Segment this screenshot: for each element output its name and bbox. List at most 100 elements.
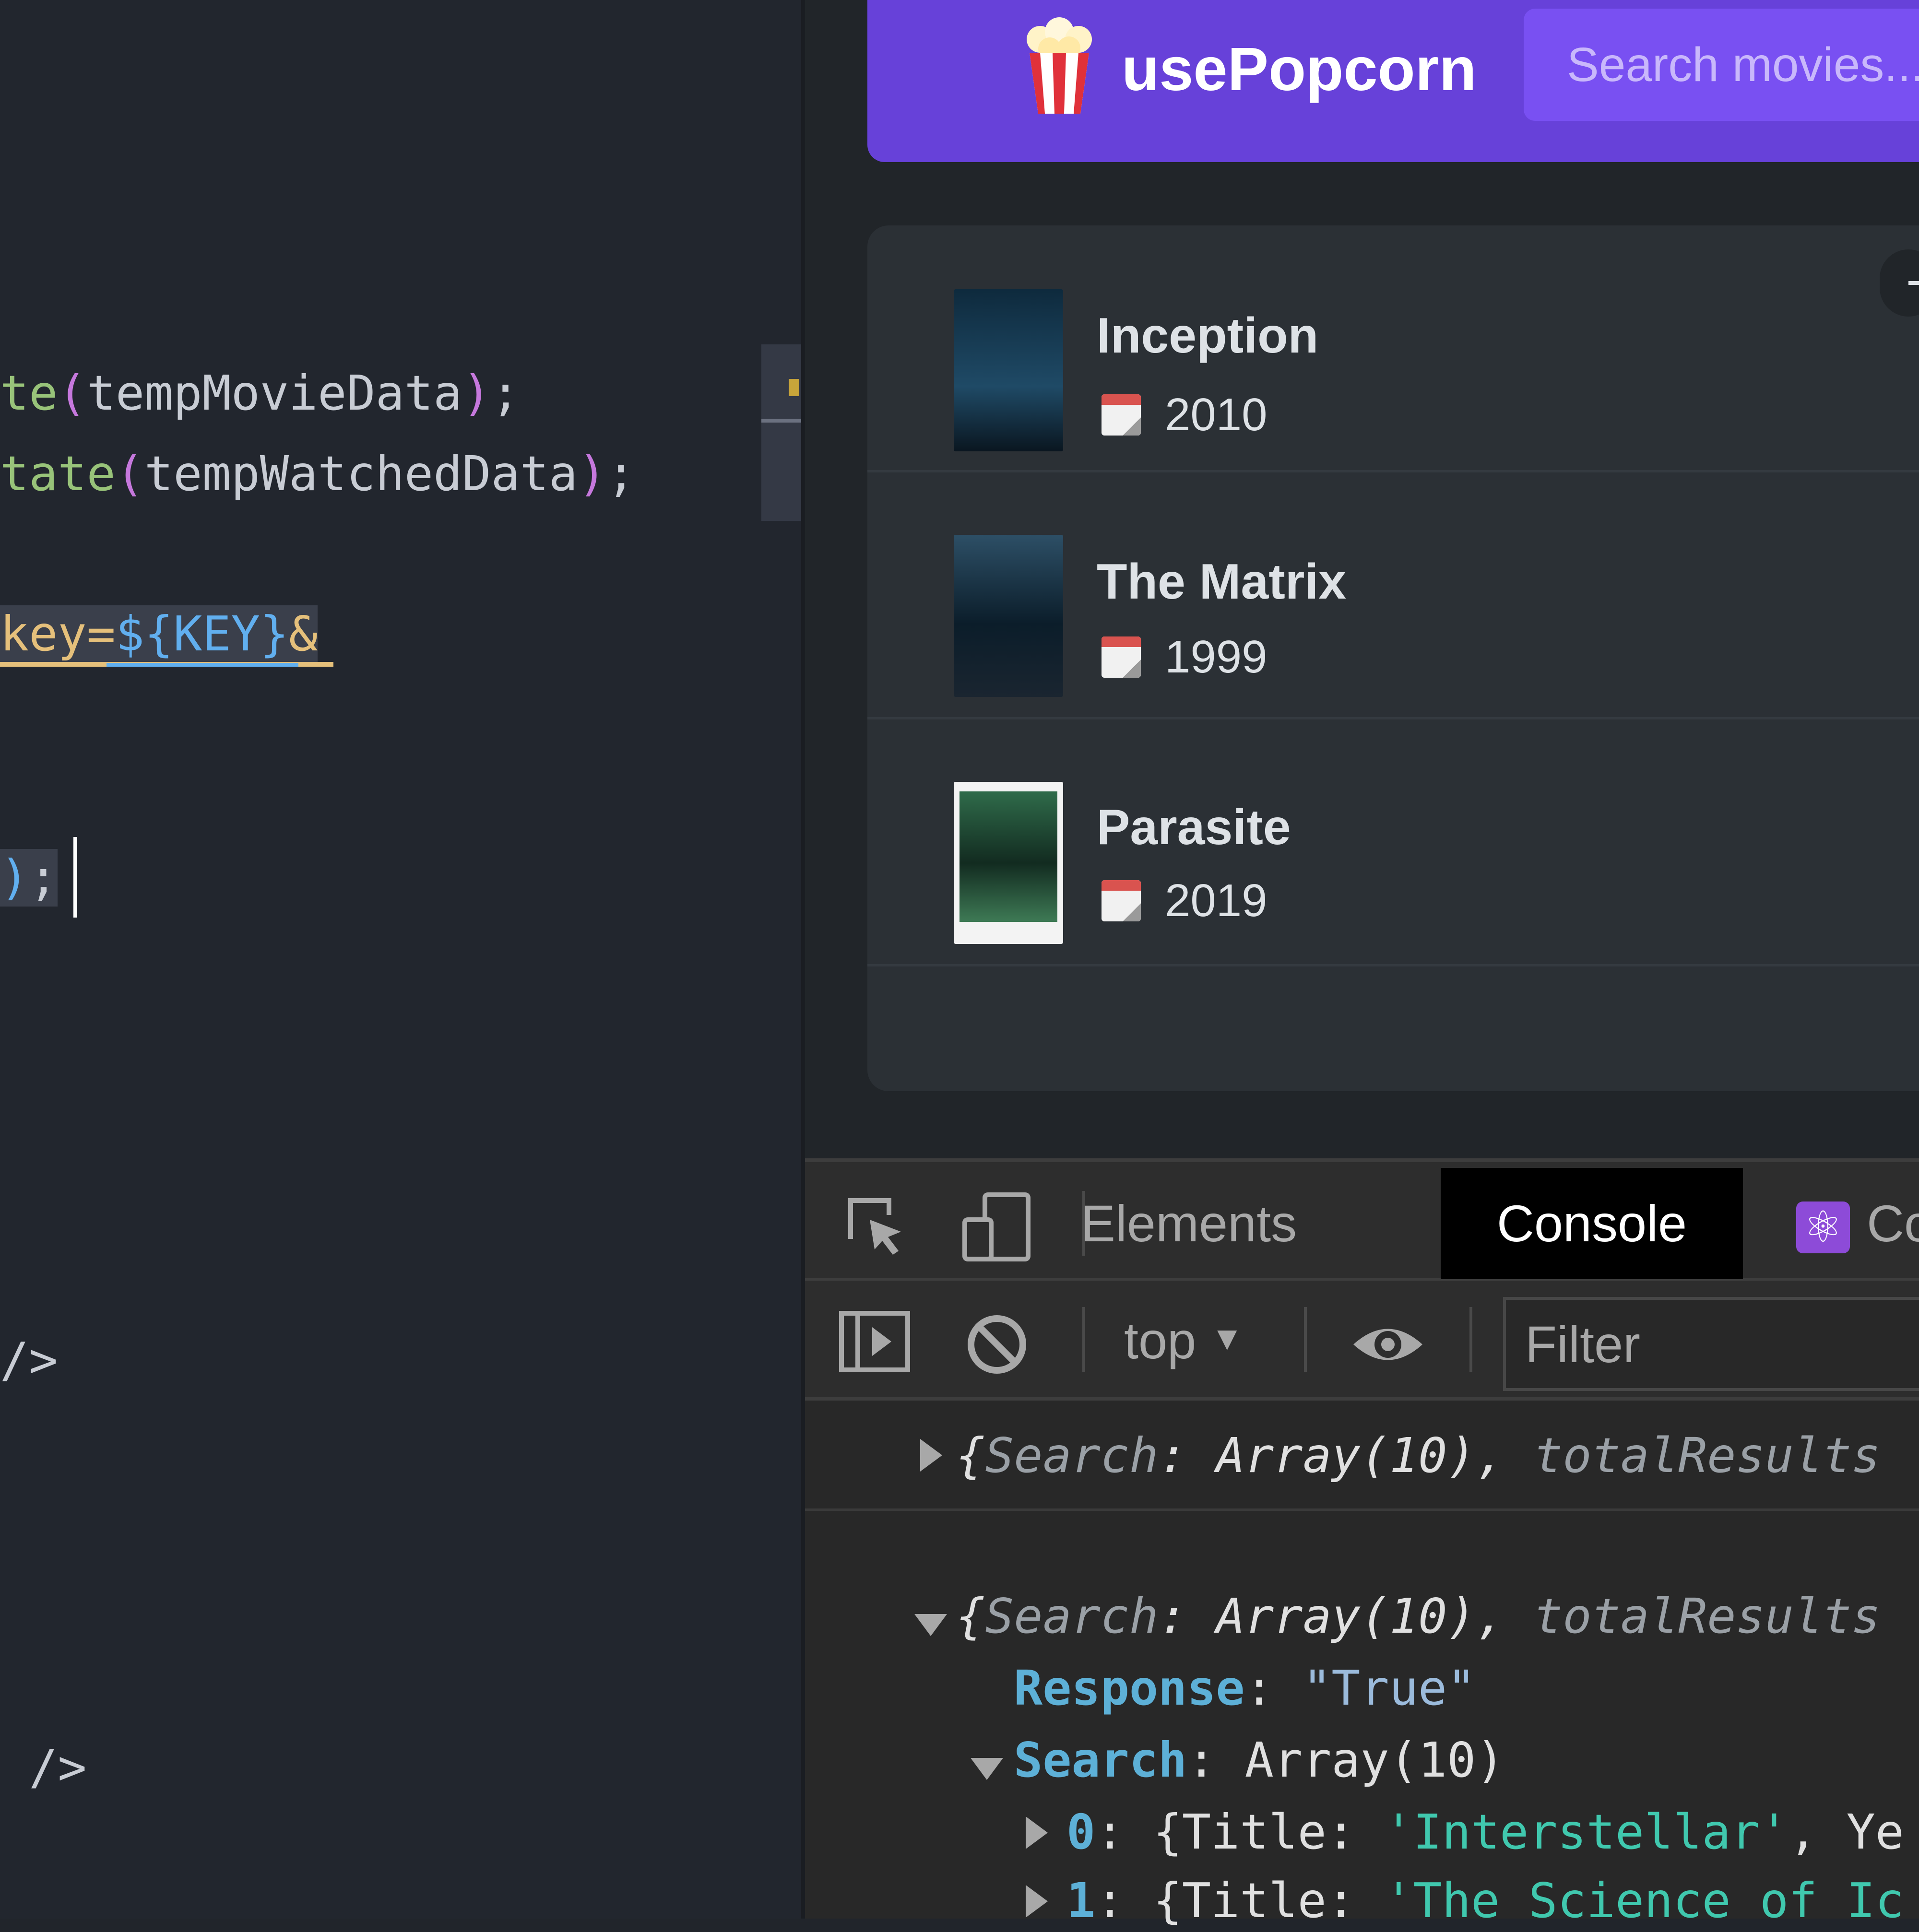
object-value: Array(10) <box>1216 1588 1476 1644</box>
expand-arrow-icon[interactable] <box>1026 1816 1048 1849</box>
movie-list-item[interactable]: The Matrix 1999 <box>867 472 1919 719</box>
collapse-arrow-icon[interactable] <box>914 1614 947 1636</box>
calendar-icon <box>1102 880 1141 921</box>
movie-year: 2019 <box>1165 875 1267 926</box>
sidebar-toggle-icon[interactable] <box>839 1310 911 1373</box>
code-token-string: key= <box>0 606 116 662</box>
code-token-paren: ( <box>58 365 87 421</box>
tab-console[interactable]: Console <box>1441 1168 1743 1279</box>
code-editor[interactable]: te(tempMovieData); tate(tempWatchedData)… <box>0 0 804 1919</box>
object-key: Search <box>985 1588 1159 1644</box>
object-key: totalResults <box>1534 1427 1881 1484</box>
toolbar-separator <box>1469 1307 1472 1372</box>
movie-poster <box>954 535 1063 697</box>
tab-elements[interactable]: Elements <box>1054 1168 1323 1279</box>
code-token-paren: ) <box>0 849 29 906</box>
code-token-semicolon: ; <box>491 365 520 421</box>
react-icon: ⚛ <box>1796 1202 1850 1253</box>
prop-key: Response <box>1014 1660 1245 1716</box>
navbar: usePopcorn <box>867 0 1919 162</box>
code-token-string: & <box>289 606 318 662</box>
calendar-icon <box>1102 636 1141 678</box>
item-title: 'Interstellar' <box>1384 1804 1789 1860</box>
code-line-set-watched: tate(tempWatchedData); <box>0 445 636 503</box>
code-token-semicolon: ; <box>606 446 636 502</box>
search-input[interactable] <box>1524 9 1919 121</box>
code-token-template: ${KEY} <box>115 606 289 662</box>
item-prefix: {Title: <box>1153 1804 1385 1860</box>
tab-components[interactable]: Co <box>1867 1168 1919 1279</box>
expand-arrow-icon[interactable] <box>920 1439 942 1472</box>
context-value: top <box>1124 1311 1196 1369</box>
brace: { <box>956 1427 985 1484</box>
movie-list-item[interactable]: Inception 2010 <box>867 225 1919 472</box>
device-toolbar-icon[interactable] <box>961 1191 1033 1263</box>
console-prop-search[interactable]: Search: Array(10) <box>1014 1729 1505 1791</box>
clear-console-icon[interactable] <box>966 1313 1028 1376</box>
text-cursor <box>73 837 77 918</box>
code-token-arg: tempMovieData <box>86 365 462 421</box>
object-key: Search <box>985 1427 1159 1484</box>
code-line-set-movies: te(tempMovieData); <box>0 365 520 422</box>
code-line-jsx-close-2: /> <box>0 1739 87 1795</box>
object-value: Array(10) <box>1216 1427 1476 1484</box>
code-token-paren: ) <box>462 365 491 421</box>
code-line-api-url: key=${KEY}& <box>0 605 318 663</box>
toolbar-separator <box>1304 1307 1307 1372</box>
inspect-element-icon[interactable] <box>846 1196 908 1258</box>
poster-image <box>960 791 1057 922</box>
console-object-summary: {Search: Array(10), totalResults <box>956 1425 1881 1487</box>
console-array-item[interactable]: 0: {Title: 'Interstellar', Ye <box>1066 1801 1904 1863</box>
console-toolbar: top ▼ <box>805 1281 1919 1401</box>
code-line-close: ); <box>0 849 58 907</box>
movie-list-item[interactable]: Parasite 2019 <box>867 719 1919 966</box>
array-index: 0 <box>1066 1804 1096 1860</box>
item-suffix: , Ye <box>1789 1804 1904 1860</box>
movie-year: 1999 <box>1165 631 1267 683</box>
scrollbar-change-marker <box>789 379 799 396</box>
code-token-arg: tempWatchedData <box>144 446 578 502</box>
movie-title: Inception <box>1097 308 1319 364</box>
browser-viewport: usePopcorn Inception 2010 The Matrix 199… <box>805 0 1919 1158</box>
colon: : <box>1158 1588 1216 1644</box>
comma: , <box>1476 1588 1534 1644</box>
prop-value: Array(10) <box>1244 1732 1505 1788</box>
brace: { <box>956 1588 985 1644</box>
calendar-icon <box>1102 394 1141 436</box>
expand-arrow-icon[interactable] <box>1026 1885 1048 1918</box>
template-underline <box>107 663 298 667</box>
console-message[interactable]: {Search: Array(10), totalResults <box>805 1403 1919 1511</box>
movie-poster <box>954 289 1063 451</box>
code-token-fn: tate <box>0 446 116 502</box>
code-line-jsx-close: /> <box>0 1332 58 1388</box>
chevron-down-icon: ▼ <box>1210 1319 1244 1357</box>
colon: : <box>1158 1427 1216 1484</box>
console-array-item[interactable]: 1: {Title: 'The Science of Ic <box>1066 1870 1904 1932</box>
console-filter-input[interactable] <box>1503 1297 1919 1391</box>
code-token-paren: ) <box>578 446 607 502</box>
pane-divider[interactable] <box>801 0 805 1919</box>
comma: , <box>1476 1427 1534 1484</box>
movie-title: Parasite <box>1097 800 1291 855</box>
console-prop-response: Response: "True" <box>1014 1660 1476 1716</box>
object-key: totalResults <box>1534 1588 1881 1644</box>
editor-scrollbar[interactable] <box>761 344 804 521</box>
item-prefix: {Title: <box>1153 1873 1385 1929</box>
movie-poster <box>954 782 1063 944</box>
prop-key: Search <box>1014 1732 1187 1788</box>
prop-value: "True" <box>1303 1660 1476 1716</box>
app-logo-text: usePopcorn <box>1122 35 1477 104</box>
devtools-panel: Elements Console ⚛ Co top▼ {Search: Arra… <box>805 1158 1919 1929</box>
array-index: 1 <box>1066 1873 1096 1929</box>
scrollbar-cursor-marker <box>761 419 804 423</box>
code-token-semicolon: ; <box>29 849 58 906</box>
movie-year: 2010 <box>1165 389 1267 440</box>
movie-title: The Matrix <box>1097 554 1347 610</box>
devtools-tab-bar: Elements Console ⚛ Co <box>805 1158 1919 1281</box>
context-select[interactable]: top ▼ <box>1124 1309 1244 1378</box>
eye-icon[interactable] <box>1350 1318 1426 1371</box>
console-object-summary[interactable]: {Search: Array(10), totalResults <box>956 1585 1881 1648</box>
code-token-paren: ( <box>115 446 145 502</box>
collapse-arrow-icon[interactable] <box>971 1758 1003 1780</box>
toolbar-separator <box>1082 1307 1085 1372</box>
